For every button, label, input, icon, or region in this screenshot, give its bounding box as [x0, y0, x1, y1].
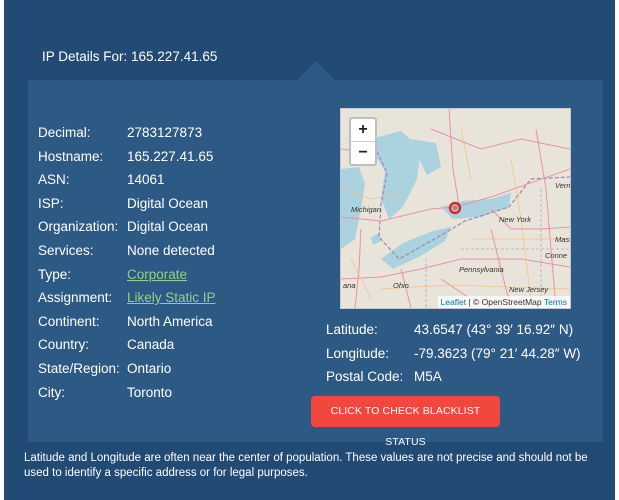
- detail-label: Decimal:: [38, 125, 91, 140]
- check-blacklist-button[interactable]: CLICK TO CHECK BLACKLIST STATUS: [311, 396, 500, 448]
- detail-label: Services:: [38, 242, 94, 258]
- detail-label: State/Region:: [38, 360, 120, 376]
- lake-erie: [381, 227, 451, 269]
- geo-value: M5A: [414, 369, 442, 385]
- assignment-link[interactable]: Likely Static IP: [127, 290, 216, 305]
- detail-label: Assignment:: [38, 290, 113, 306]
- detail-label: ISP:: [38, 195, 64, 211]
- map-label-michigan: Michigan: [351, 205, 382, 214]
- detail-value: Toronto: [127, 384, 173, 400]
- map-label-pennsylvania: Pennsylvania: [459, 265, 504, 274]
- detail-label: ASN:: [38, 172, 70, 188]
- map-label-massachusetts: Mass: [555, 235, 570, 244]
- map-label-new-york: New York: [499, 215, 531, 224]
- detail-label: Continent:: [38, 313, 100, 329]
- detail-value: Ontario: [127, 360, 172, 376]
- map-label-ohio: Ohio: [393, 281, 409, 290]
- detail-value: None detected: [127, 242, 215, 258]
- map-label-vermont: Verm: [555, 181, 571, 190]
- detail-value: Digital Ocean: [127, 195, 209, 211]
- detail-label: Type:: [38, 266, 72, 282]
- geo-value: -79.3623 (79° 21′ 44.28″ W): [414, 345, 581, 361]
- detail-value: 2783127873: [127, 125, 203, 140]
- detail-label: City:: [38, 384, 65, 400]
- detail-value: 14061: [127, 172, 165, 188]
- road: [535, 128, 557, 308]
- road: [341, 258, 570, 280]
- detail-label: Organization:: [38, 219, 119, 235]
- detail-value: North America: [127, 313, 213, 329]
- zoom-control: + −: [349, 117, 377, 166]
- road: [448, 109, 460, 206]
- zoom-in-button[interactable]: +: [351, 119, 375, 141]
- map-label-connecticut: Conne: [545, 251, 568, 260]
- attribution-separator: | ©: [466, 297, 482, 307]
- zoom-out-button[interactable]: −: [351, 141, 375, 164]
- map-label-indiana: ana: [343, 281, 356, 290]
- detail-value: Canada: [127, 337, 175, 353]
- leaflet-link[interactable]: Leaflet: [441, 297, 467, 307]
- geo-label: Longitude:: [326, 345, 390, 361]
- geo-label: Latitude:: [326, 322, 378, 337]
- detail-label: Country:: [38, 337, 90, 353]
- detail-value: Digital Ocean: [127, 219, 209, 235]
- minor-road: [460, 128, 472, 180]
- disclaimer-text: Latitude and Longitude are often near th…: [24, 452, 588, 479]
- geo-label: Postal Code:: [326, 369, 404, 385]
- type-link[interactable]: Corporate: [127, 267, 187, 282]
- detail-label: Hostname:: [38, 148, 104, 164]
- location-map[interactable]: Michigan New York Pennsylvania Ohio New …: [340, 108, 571, 309]
- card-notch: [297, 61, 335, 80]
- minor-road: [350, 258, 372, 300]
- page-title: IP Details For: 165.227.41.65: [42, 49, 218, 64]
- map-attribution: Leaflet | © OpenStreetMap Terms: [437, 296, 570, 308]
- map-label-new-jersey: New Jersey: [509, 285, 549, 294]
- detail-value: 165.227.41.65: [127, 148, 214, 164]
- geo-value: 43.6547 (43° 39′ 16.92″ N): [414, 322, 574, 337]
- osm-attribution: OpenStreetMap: [481, 297, 542, 307]
- terms-link[interactable]: Terms: [544, 297, 567, 307]
